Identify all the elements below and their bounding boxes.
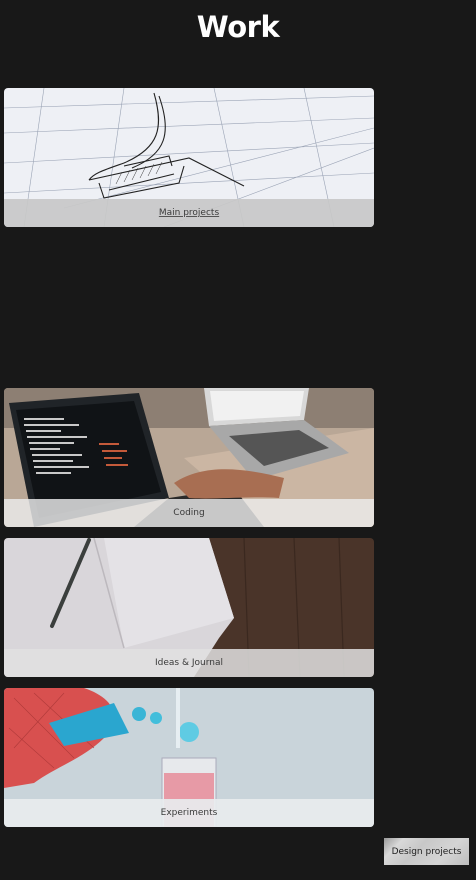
design-projects-button[interactable]: Design projects	[384, 838, 469, 865]
card-label-ideas-journal[interactable]: Ideas & Journal	[155, 658, 223, 668]
page-title: Work	[196, 10, 280, 44]
card-experiments[interactable]: Experiments	[4, 688, 374, 827]
card-caption: Main projects	[4, 199, 374, 227]
card-caption: Experiments	[4, 799, 374, 827]
card-caption: Ideas & Journal	[4, 649, 374, 677]
card-caption: Coding	[4, 499, 374, 527]
card-label-experiments[interactable]: Experiments	[161, 808, 218, 818]
card-coding[interactable]: Coding	[4, 388, 374, 527]
card-ideas-journal[interactable]: Ideas & Journal	[4, 538, 374, 677]
card-label-main-projects[interactable]: Main projects	[159, 208, 219, 218]
card-main-projects[interactable]: Main projects	[4, 88, 374, 227]
card-label-coding[interactable]: Coding	[173, 508, 204, 518]
